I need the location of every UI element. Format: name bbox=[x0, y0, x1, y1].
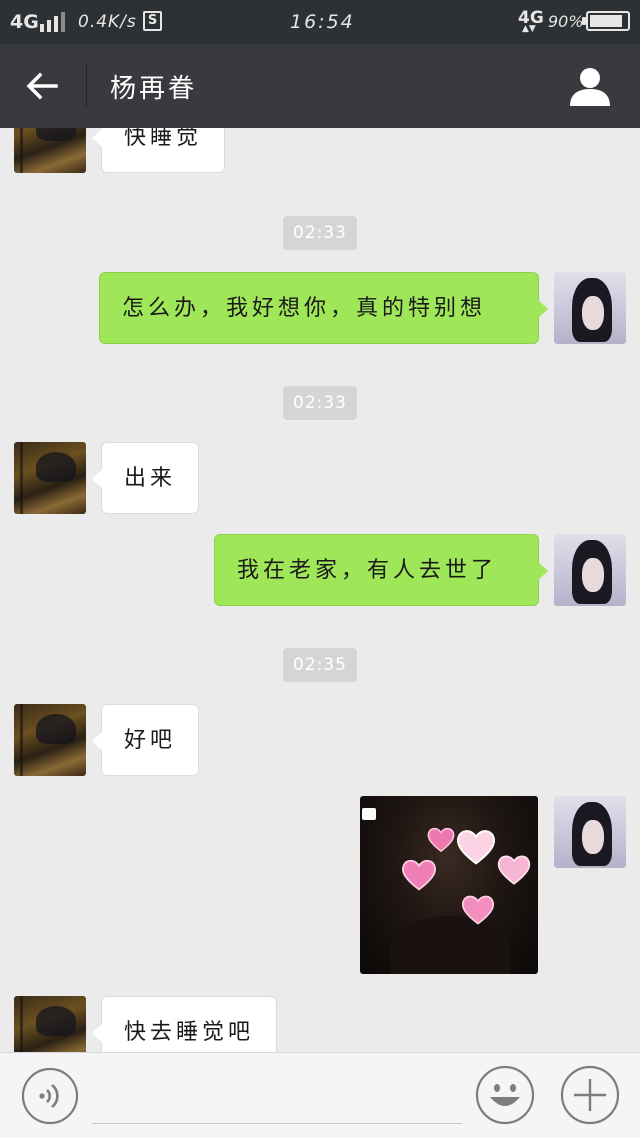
contact-name: 杨再眷 bbox=[110, 74, 198, 104]
my-avatar[interactable] bbox=[554, 796, 626, 868]
emoji-icon[interactable] bbox=[475, 1065, 535, 1125]
data-activity-icon: ▲▼ bbox=[522, 24, 536, 34]
network-speed: 0.4K/s bbox=[78, 12, 137, 32]
sticker-tag-icon bbox=[362, 808, 376, 820]
heart-sticker-icon bbox=[497, 855, 531, 885]
contact-avatar[interactable] bbox=[14, 704, 86, 776]
header-divider bbox=[86, 64, 87, 108]
heart-sticker-icon bbox=[402, 859, 436, 891]
incoming-message[interactable]: 好吧 bbox=[91, 704, 200, 776]
contact-avatar[interactable] bbox=[14, 996, 86, 1052]
plus-icon[interactable] bbox=[560, 1065, 620, 1125]
signal-icon bbox=[40, 12, 66, 32]
outgoing-message[interactable]: 我在老家，有人去世了 bbox=[214, 534, 548, 606]
battery-percent: 90% bbox=[548, 12, 584, 31]
timestamp: 02:33 bbox=[283, 386, 357, 420]
back-arrow-icon[interactable] bbox=[22, 66, 62, 106]
incoming-message[interactable]: 快去睡觉吧 bbox=[91, 996, 278, 1052]
app-badge-icon: S bbox=[143, 11, 162, 31]
incoming-message[interactable]: 出来 bbox=[91, 442, 200, 514]
contact-avatar[interactable] bbox=[14, 128, 86, 173]
incoming-message[interactable]: 快睡觉 bbox=[91, 128, 226, 173]
message-list[interactable]: 快睡觉 02:33 怎么办，我好想你，真的特别想 02:33 出来 我在老家，有… bbox=[0, 128, 640, 1052]
my-avatar[interactable] bbox=[554, 272, 626, 344]
input-bar bbox=[0, 1052, 640, 1138]
heart-sticker-icon bbox=[461, 895, 495, 925]
heart-sticker-icon bbox=[456, 830, 496, 865]
battery-icon bbox=[582, 11, 630, 31]
message-input[interactable] bbox=[92, 1123, 462, 1124]
status-time: 16:54 bbox=[290, 11, 355, 33]
person-icon[interactable] bbox=[568, 64, 612, 108]
timestamp: 02:33 bbox=[283, 216, 357, 250]
image-message[interactable] bbox=[360, 796, 538, 974]
contact-avatar[interactable] bbox=[14, 442, 86, 514]
my-avatar[interactable] bbox=[554, 534, 626, 606]
status-bar: 4G 0.4K/s S 16:54 4G ▲▼ 90% bbox=[0, 0, 640, 44]
timestamp: 02:35 bbox=[283, 648, 357, 682]
network-type: 4G bbox=[10, 11, 39, 33]
voice-icon[interactable] bbox=[21, 1067, 79, 1125]
chat-header: 杨再眷 bbox=[0, 44, 640, 128]
outgoing-message[interactable]: 怎么办，我好想你，真的特别想 bbox=[99, 272, 548, 344]
